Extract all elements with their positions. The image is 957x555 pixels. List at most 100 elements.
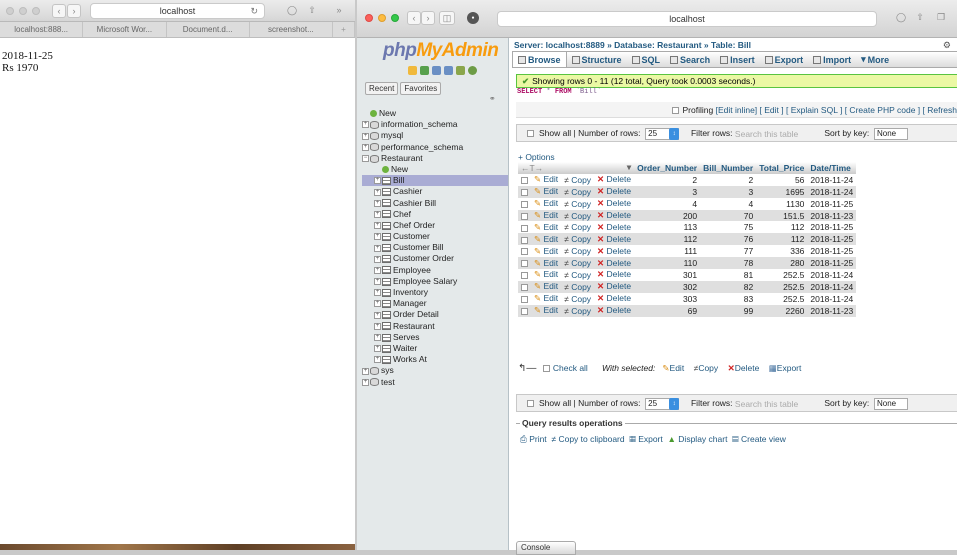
create-view-link[interactable]: Create view [741,434,786,444]
sidebar-item[interactable]: + information_schema [362,119,508,130]
row-delete-button[interactable]: ✕ Delete [594,197,635,210]
sidebar-item[interactable]: + Chef [362,209,508,220]
expand-icon[interactable]: + [374,311,381,319]
table-cell[interactable]: 2018-11-24 [807,280,857,293]
table-cell[interactable]: 2018-11-24 [807,292,857,305]
row-copy-button[interactable]: ≠ Copy [561,257,595,270]
sidebar-item[interactable]: − Restaurant [362,153,508,164]
back-icon[interactable]: ‹ [407,11,421,25]
filter-input[interactable]: Search this table [735,128,815,140]
row-delete-button[interactable]: ✕ Delete [594,304,635,317]
table-cell[interactable]: 78 [700,257,757,270]
sidebar-item[interactable]: + Order Detail [362,309,508,320]
expand-icon[interactable] [374,166,381,173]
row-copy-button[interactable]: ≠ Copy [561,209,595,222]
expand-icon[interactable]: + [362,367,369,375]
expand-icon[interactable]: + [374,345,381,353]
row-delete-button[interactable]: ✕ Delete [594,185,635,198]
back-icon[interactable]: ‹ [52,4,66,18]
tab-browse[interactable]: Browse [513,52,567,67]
table-cell[interactable]: 83 [700,292,757,305]
table-cell[interactable]: 110 [634,257,701,270]
row-copy-button[interactable]: ≠ Copy [561,185,595,198]
privacy-icon[interactable]: ◯ [894,11,908,25]
rows-select[interactable]: 25 ↕ [645,397,680,410]
table-cell[interactable]: 2018-11-25 [807,257,857,270]
row-copy-button[interactable]: ≠ Copy [561,197,595,210]
row-edit-button[interactable]: ✎ Edit [531,173,562,186]
table-cell[interactable]: 82 [700,280,757,293]
row-edit-button[interactable]: ✎ Edit [531,292,562,305]
docs-icon[interactable] [444,66,453,75]
table-cell[interactable]: 252.5 [756,269,808,281]
sidebar-item[interactable]: + Manager [362,298,508,309]
sidebar-item[interactable]: + Cashier Bill [362,198,508,209]
table-cell[interactable]: 112 [756,221,808,234]
column-resize-header[interactable]: ←T→ [518,162,595,174]
row-checkbox[interactable] [521,295,528,303]
tab-microsoft-word[interactable]: Microsoft Wor... [83,22,167,37]
row-delete-button[interactable]: ✕ Delete [594,257,635,270]
row-delete-button[interactable]: ✕ Delete [594,245,635,258]
column-bill-number[interactable]: Bill_Number [700,162,757,174]
sidebar-item[interactable]: + test [362,377,508,388]
expand-icon[interactable]: + [374,278,381,286]
table-cell[interactable]: 2018-11-25 [807,245,857,258]
table-cell[interactable]: 75 [700,221,757,234]
tab-search[interactable]: Search [665,52,715,67]
breadcrumb-database[interactable]: Database: Restaurant [614,40,701,50]
sidebar-item[interactable]: + mysql [362,130,508,141]
bulk-export-button[interactable]: Export [777,363,802,373]
home-icon[interactable] [408,66,417,75]
tab-export[interactable]: Export [760,52,809,67]
table-cell[interactable]: 2018-11-25 [807,197,857,210]
row-copy-button[interactable]: ≠ Copy [561,280,595,293]
minimize-dot-icon[interactable] [19,7,27,15]
tab-screenshot[interactable]: screenshot... [250,22,333,37]
row-checkbox[interactable] [521,236,528,244]
profiling-checkbox[interactable] [672,107,680,115]
sidebar-item[interactable]: + Cashier [362,186,508,197]
table-cell[interactable]: 70 [700,209,757,222]
link-icon[interactable]: ⚭ [489,94,496,103]
check-all-checkbox[interactable] [543,365,551,373]
sidebar-item[interactable]: + Restaurant [362,321,508,332]
console-tab[interactable]: Console [516,541,576,555]
table-cell[interactable]: 2018-11-24 [807,185,857,198]
row-delete-button[interactable]: ✕ Delete [594,233,635,246]
sidebar-item[interactable]: + sys [362,365,508,376]
column-order-number[interactable]: Order_Number [634,162,701,174]
sidebar-item[interactable]: + Employee [362,265,508,276]
expand-icon[interactable]: + [374,334,381,341]
row-checkbox[interactable] [521,177,528,185]
sidebar-toggle-icon[interactable]: ◫ [439,11,455,25]
table-cell[interactable]: 2 [634,173,701,186]
table-cell[interactable]: 336 [756,245,808,258]
expand-icon[interactable]: + [374,322,381,330]
table-cell[interactable]: 112 [756,233,808,246]
tab-structure[interactable]: Structure [567,52,627,67]
row-checkbox[interactable] [521,260,528,268]
expand-icon[interactable]: + [374,300,381,308]
show-all-checkbox[interactable] [527,400,534,408]
table-cell[interactable]: 252.5 [756,292,808,305]
table-cell[interactable]: 3 [700,185,757,198]
expand-icon[interactable]: − [362,155,369,162]
table-cell[interactable]: 81 [700,269,757,281]
sort-select[interactable]: None [874,127,908,140]
row-checkbox[interactable] [521,200,528,208]
row-delete-button[interactable]: ✕ Delete [594,269,635,281]
row-copy-button[interactable]: ≠ Copy [561,233,595,246]
tab-localhost[interactable]: localhost:888... [0,22,84,37]
row-checkbox[interactable] [521,188,528,196]
forward-icon[interactable]: › [67,4,81,18]
sql-query-display[interactable]: SELECT * FROM `Bill` [516,88,957,102]
row-delete-button[interactable]: ✕ Delete [594,280,635,293]
table-cell[interactable]: 77 [700,245,757,258]
row-edit-button[interactable]: ✎ Edit [531,257,562,270]
sidebar-item[interactable]: + Customer Bill [362,242,508,253]
row-checkbox[interactable] [521,224,528,232]
table-cell[interactable]: 252.5 [756,280,808,293]
expand-icon[interactable]: + [374,210,381,218]
expand-icon[interactable]: + [374,199,381,207]
